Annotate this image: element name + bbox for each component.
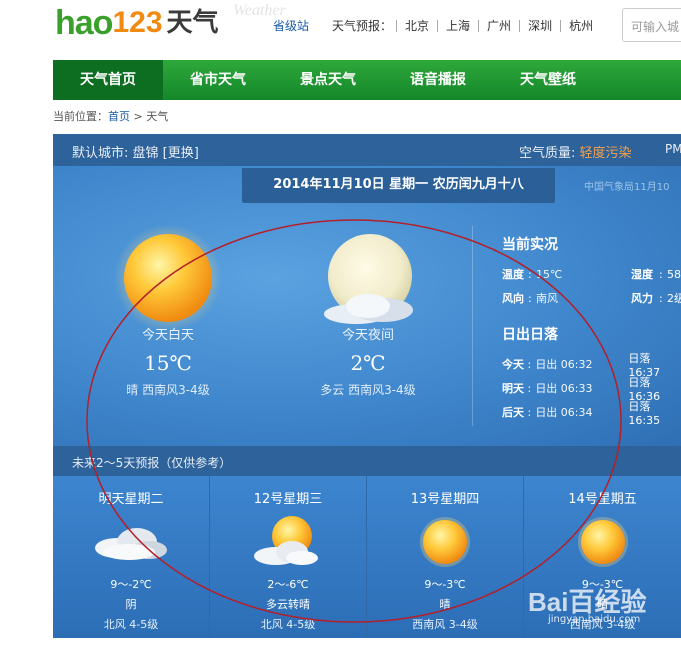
date-bar: 2014年11月10日 星期一 农历闰九月十八 [242,168,555,203]
city-link-beijing[interactable]: 北京 [396,19,437,32]
wind-dir-key: 风向 [502,292,524,305]
forecast-day: 明天星期二 [98,492,164,507]
sun-day-label: 今天 [502,358,524,371]
wind-dir-value: 南风 [536,292,558,305]
city-forecast-bar: 天气预报： 北京 上海 广州 深圳 杭州 [332,17,601,34]
sun-cloud-icon [254,516,318,565]
current-conditions: 当前实况 温度: 15℃ 湿度: 58% 风向: 南风 风力: 2级 [502,234,681,310]
today-night-temp: 2℃ [350,351,386,375]
breadcrumb-separator: > [130,110,147,123]
nav-weather-home[interactable]: 天气首页 [53,60,163,100]
divider [472,226,473,426]
pm-label: PM [665,142,681,156]
forecast-temp: 2～-6℃ [267,578,309,591]
sunrise-sunset: 日出日落 今天: 日出 06:32 日落16:37 明天: 日出 06:33 日… [502,324,681,427]
forecast-wind: 北风 4-5级 [260,618,316,631]
logo-weather-text: 天气 [166,8,219,38]
sun-title: 日出日落 [502,327,558,343]
air-quality: 空气质量: 轻度污染 [519,142,632,161]
forecast-weather: 晴 [439,598,451,611]
nav-voice-broadcast[interactable]: 语音播报 [383,60,493,100]
watermark-url: jingyan.baidu.com [548,614,641,625]
forecast-day: 14号星期五 [568,492,637,507]
forecast-label: 天气预报： [332,19,393,33]
current-title: 当前实况 [502,237,558,253]
today-day: 今天白天 15℃ 晴 西南风3-4级 [68,226,268,398]
wind-force-key: 风力 [631,292,653,305]
breadcrumb-prefix: 当前位置： [53,110,108,123]
city-search-input[interactable]: 可输入城 [622,8,681,42]
cloud-icon [95,528,167,560]
sun-day-label: 后天 [502,406,524,419]
sunset-time: 日落16:35 [628,399,661,427]
today-night: 今天夜间 2℃ 多云 西南风3-4级 [268,226,468,398]
nav-province-weather[interactable]: 省市天气 [163,60,273,100]
city-link-guangzhou[interactable]: 广州 [478,19,519,32]
forecast-card[interactable]: 明天星期二 9～-2℃ 阴 北风 4-5级 [53,476,210,638]
default-city-change-link[interactable]: 默认城市: 盘锦 [更换] [72,142,199,161]
forecast-wind: 西南风 3-4级 [412,618,478,631]
forecast-weather: 多云转晴 [266,598,310,611]
wind-force-value: 2级 [667,292,681,305]
nav-weather-wallpaper[interactable]: 天气壁纸 [493,60,603,100]
forecast-temp: 9～-2℃ [110,578,152,591]
hao123-weather-logo[interactable]: hao 123 天气 Weather [55,2,286,42]
logo-text: hao [55,4,113,42]
breadcrumb-home-link[interactable]: 首页 [108,110,130,123]
forecast-temp: 9～-3℃ [424,578,466,591]
city-bar: 默认城市: 盘锦 [更换] 空气质量: 轻度污染 PM [53,134,681,166]
today-area: 2014年11月10日 星期一 农历闰九月十八 中国气象局11月10 今天白天 … [53,166,681,446]
today-day-temp: 15℃ [144,351,192,375]
breadcrumb-current: 天气 [146,110,169,123]
city-link-shanghai[interactable]: 上海 [437,19,478,32]
forecast-weather: 阴 [125,598,137,611]
forecast-header: 未来2～5天预报（仅供参考） [53,446,681,476]
sunrise-time: 日出 06:33 [535,382,593,395]
forecast-card[interactable]: 13号星期四 9～-3℃ 晴 西南风 3-4级 [367,476,524,638]
main-nav: 天气首页 省市天气 景点天气 语音播报 天气壁纸 [53,60,681,100]
province-station-link[interactable]: 省级站 [273,17,309,34]
city-link-shenzhen[interactable]: 深圳 [519,19,560,32]
today-day-desc: 晴 西南风3-4级 [126,383,210,397]
temp-key: 温度 [502,268,524,281]
forecast-day: 12号星期三 [253,492,323,507]
temp-value: 15℃ [536,267,563,281]
forecast-card[interactable]: 12号星期三 2～-6℃ 多云转晴 北风 4-5级 [210,476,367,638]
weather-panel: 默认城市: 盘锦 [更换] 空气质量: 轻度污染 PM 2014年11月10日 … [53,134,681,638]
air-quality-value[interactable]: 轻度污染 [580,146,632,161]
humidity-key: 湿度 [631,268,653,281]
air-quality-label: 空气质量: [519,146,580,161]
nav-scenic-weather[interactable]: 景点天气 [273,60,383,100]
humidity-value: 58% [667,267,681,281]
moon-cloud-icon [324,234,413,324]
page: hao 123 天气 Weather 省级站 天气预报： 北京 上海 广州 深圳… [0,0,681,646]
today-night-desc: 多云 西南风3-4级 [320,383,416,397]
sunrise-time: 日出 06:32 [535,358,593,371]
data-source: 中国气象局11月10 [584,182,670,193]
sunrise-time: 日出 06:34 [535,406,593,419]
breadcrumb: 当前位置：首页 > 天气 [53,108,168,124]
logo-number: 123 [112,6,163,39]
forecast-wind: 北风 4-5级 [103,618,159,631]
sun-icon [420,517,470,567]
sun-day-label: 明天 [502,382,524,395]
sun-icon [114,226,222,332]
sun-icon [577,517,628,567]
forecast-day: 13号星期四 [410,492,480,507]
city-link-hangzhou[interactable]: 杭州 [560,19,601,32]
